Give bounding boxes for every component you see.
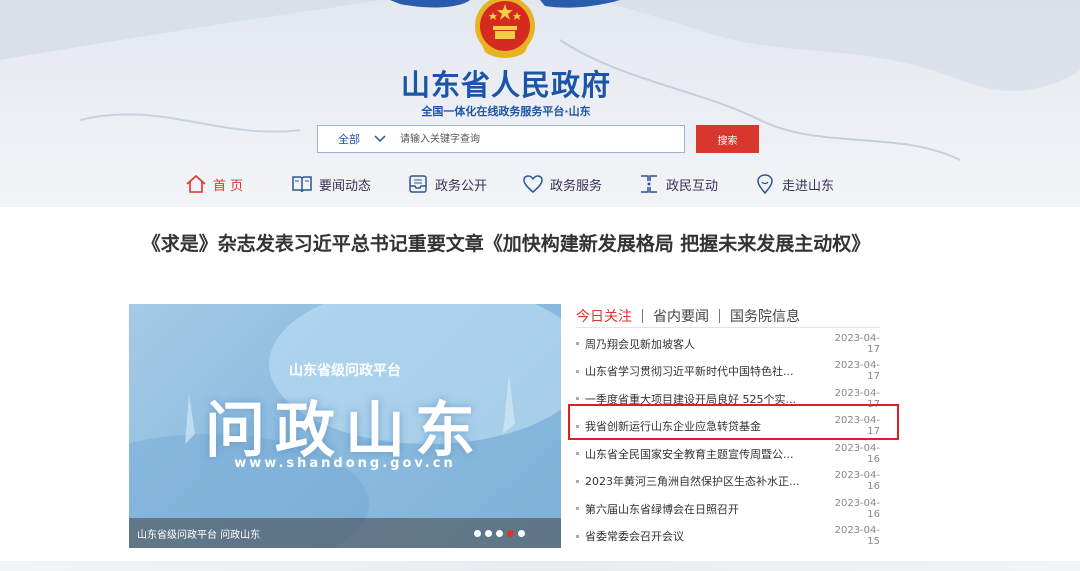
news-title[interactable]: 第六届山东省绿博会在日照召开 (585, 501, 824, 517)
bullet-icon (576, 397, 579, 401)
news-title[interactable]: 山东省全民国家安全教育主题宣传周暨公... (585, 446, 824, 462)
national-emblem-icon (475, 0, 535, 58)
nav-item-shandong[interactable]: 走进山东 (754, 170, 834, 198)
bullet-icon (576, 479, 579, 483)
nav-label-disclosure: 政务公开 (435, 178, 488, 194)
tabs-underline (576, 327, 880, 328)
bullet-icon (576, 424, 579, 428)
bullet-icon (576, 342, 579, 346)
image-carousel[interactable]: 山东省级问政平台 问政山东 www.shandong.gov.cn 山东省级问政… (129, 304, 561, 548)
news-item[interactable]: 2023年黄河三角洲自然保护区生态补水正... 2023-04-16 (576, 468, 880, 496)
interaction-icon (641, 175, 657, 193)
bullet-icon (576, 534, 579, 538)
news-tabs: 今日关注 省内要闻 国务院信息 (576, 305, 800, 327)
footer-strip (0, 561, 1080, 571)
news-date: 2023-04-17 (834, 415, 880, 438)
tab-state-council[interactable]: 国务院信息 (730, 306, 800, 326)
nav-label-news: 要闻动态 (319, 178, 372, 194)
search-input[interactable] (398, 126, 684, 152)
nav-item-home[interactable]: 首 页 (185, 170, 243, 198)
news-title[interactable]: 周乃翔会见新加坡客人 (585, 336, 824, 352)
nav-label-shandong: 走进山东 (782, 178, 835, 194)
search-bar: 全部 (317, 125, 685, 153)
tab-provincial-news[interactable]: 省内要闻 (653, 306, 709, 326)
search-scope-dropdown[interactable]: 全部 (318, 131, 398, 147)
slide-platform-text: 山东省级问政平台 (289, 363, 401, 379)
location-icon (757, 174, 773, 195)
nav-label-services: 政务服务 (550, 178, 603, 194)
site-subtitle: 全国一体化在线政务服务平台·山东 (421, 105, 591, 118)
nav-label-interaction: 政民互动 (666, 178, 719, 194)
news-item[interactable]: 周乃翔会见新加坡客人 2023-04-17 (576, 330, 880, 358)
nav-label-home: 首 页 (213, 178, 244, 194)
home-icon (186, 174, 206, 193)
nav-item-interaction[interactable]: 政民互动 (638, 170, 718, 198)
site-title: 山东省人民政府 (400, 68, 611, 102)
carousel-dot[interactable] (518, 529, 525, 537)
tab-today-focus[interactable]: 今日关注 (576, 306, 632, 326)
news-item-highlighted[interactable]: 我省创新运行山东企业应急转贷基金 2023-04-17 (576, 413, 880, 441)
carousel-dot[interactable] (474, 529, 481, 537)
news-date: 2023-04-17 (834, 332, 880, 355)
main-nav: 首 页 要闻动态 政务公开 政务服务 政民互动 走进山东 (0, 170, 1080, 198)
carousel-dot[interactable] (496, 529, 503, 537)
carousel-caption[interactable]: 山东省级问政平台 问政山东 (129, 526, 470, 541)
book-icon (292, 176, 312, 193)
tab-divider (719, 309, 720, 323)
chevron-down-icon (374, 135, 386, 143)
news-date: 2023-04-16 (834, 470, 880, 493)
news-title[interactable]: 一季度省重大项目建设开局良好 525个实... (585, 391, 824, 407)
bullet-icon (576, 452, 579, 456)
site-header: 山东省人民政府 全国一体化在线政务服务平台·山东 全部 搜索 首 页 要闻动态 … (0, 0, 1080, 207)
news-title[interactable]: 山东省学习贯彻习近平新时代中国特色社... (585, 363, 824, 379)
news-title[interactable]: 2023年黄河三角洲自然保护区生态补水正... (585, 473, 824, 489)
news-list: 周乃翔会见新加坡客人 2023-04-17 山东省学习贯彻习近平新时代中国特色社… (576, 330, 880, 550)
nav-item-services[interactable]: 政务服务 (522, 170, 602, 198)
slide-url: www.shandong.gov.cn (234, 456, 456, 471)
news-item[interactable]: 第六届山东省绿博会在日照召开 2023-04-16 (576, 495, 880, 523)
news-title[interactable]: 省委常委会召开会议 (585, 528, 824, 544)
news-date: 2023-04-16 (834, 497, 880, 520)
news-date: 2023-04-16 (834, 442, 880, 465)
carousel-caption-bar: 山东省级问政平台 问政山东 (129, 518, 561, 548)
search-scope-label: 全部 (338, 133, 360, 146)
tab-divider (642, 309, 643, 323)
headline-link[interactable]: 《求是》杂志发表习近平总书记重要文章《加快构建新发展格局 把握未来发展主动权》 (0, 229, 1012, 256)
news-date: 2023-04-15 (834, 525, 880, 548)
news-item[interactable]: 一季度省重大项目建设开局良好 525个实... 2023-04-17 (576, 385, 880, 413)
bullet-icon (576, 369, 579, 373)
news-date: 2023-04-17 (834, 360, 880, 383)
nav-item-news[interactable]: 要闻动态 (291, 170, 371, 198)
carousel-dots (470, 529, 561, 537)
news-item[interactable]: 山东省学习贯彻习近平新时代中国特色社... 2023-04-17 (576, 358, 880, 386)
news-item[interactable]: 山东省全民国家安全教育主题宣传周暨公... 2023-04-16 (576, 440, 880, 468)
heart-icon (523, 175, 543, 193)
bullet-icon (576, 507, 579, 511)
news-date: 2023-04-17 (834, 387, 880, 410)
news-item[interactable]: 省委常委会召开会议 2023-04-15 (576, 523, 880, 551)
carousel-dot-active[interactable] (507, 529, 514, 537)
search-button[interactable]: 搜索 (696, 125, 759, 153)
inbox-icon (409, 175, 427, 193)
news-title[interactable]: 我省创新运行山东企业应急转贷基金 (585, 418, 824, 434)
carousel-dot[interactable] (485, 529, 492, 537)
nav-item-disclosure[interactable]: 政务公开 (407, 170, 487, 198)
